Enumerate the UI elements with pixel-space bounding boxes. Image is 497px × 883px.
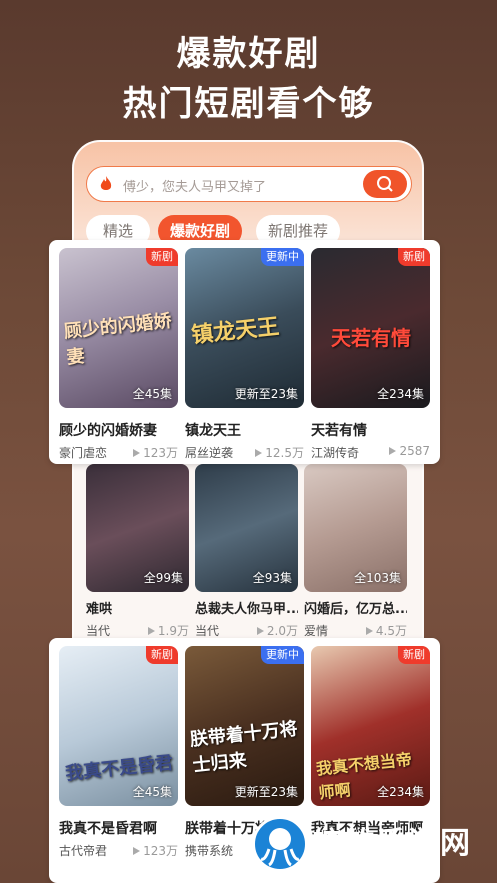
search-placeholder[interactable]: 傅少，您夫人马甲又掉了 xyxy=(123,176,266,195)
view-count: 2.0万 xyxy=(256,622,298,639)
episode-count: 全103集 xyxy=(354,571,401,585)
episode-count: 更新至23集 xyxy=(234,387,298,401)
drama-tag: 江湖传奇 xyxy=(311,446,360,460)
drama-poster[interactable]: 天若有情 新剧 全234集 xyxy=(311,248,430,408)
drama-poster[interactable]: 顾少的闪婚娇妻 新剧 全45集 xyxy=(59,248,178,408)
search-icon xyxy=(377,176,393,192)
new-badge: 新剧 xyxy=(146,248,178,266)
watermark: 皖放手游网 www.gxhuaer.com xyxy=(250,812,497,883)
drama-poster[interactable]: 全93集 xyxy=(195,464,298,592)
drama-tag: 豪门虐恋 xyxy=(59,446,108,460)
drama-poster[interactable]: 镇龙天王 更新中 更新至23集 xyxy=(185,248,304,408)
drama-tag: 携带系统 xyxy=(185,844,234,858)
drama-title[interactable]: 难哄 xyxy=(86,598,189,617)
flame-icon xyxy=(97,175,115,193)
episode-count: 全45集 xyxy=(132,387,172,401)
view-count: 4.5万 xyxy=(365,622,407,639)
view-count: 123万 xyxy=(133,842,178,859)
view-count: 2587 xyxy=(389,444,430,458)
new-badge: 新剧 xyxy=(146,646,178,664)
watermark-url: www.gxhuaer.com xyxy=(328,860,439,874)
play-icon xyxy=(133,847,141,855)
drama-title[interactable]: 天若有情 xyxy=(311,420,430,440)
drama-tag: 屌丝逆袭 xyxy=(185,446,234,460)
drama-tag: 古代帝君 xyxy=(59,844,108,858)
new-badge: 新剧 xyxy=(398,248,430,266)
drama-title[interactable]: 顾少的闪婚娇妻 xyxy=(59,420,178,440)
view-count: 12.5万 xyxy=(255,444,304,461)
headline-line1: 爆款好剧 xyxy=(176,34,321,74)
headline-line2: 热门短剧看个够 xyxy=(122,84,375,124)
drama-title[interactable]: 我真不是昏君啊 xyxy=(59,818,178,838)
drama-tag: 爱情 xyxy=(304,624,329,638)
search-bar[interactable]: 傅少，您夫人马甲又掉了 xyxy=(86,166,412,202)
play-icon xyxy=(256,627,264,635)
poster-title: 天若有情 xyxy=(331,326,411,350)
drama-poster[interactable]: 全99集 xyxy=(86,464,189,592)
play-icon xyxy=(255,449,263,457)
play-icon xyxy=(133,449,141,457)
poster-title: 镇龙天王 xyxy=(190,314,281,349)
drama-tag: 当代 xyxy=(195,624,220,638)
poster-title: 朕带着十万将士归来 xyxy=(188,718,299,777)
octopus-logo-icon xyxy=(252,816,308,872)
drama-title[interactable]: 镇龙天王 xyxy=(185,420,304,440)
play-icon xyxy=(365,627,373,635)
drama-title[interactable]: 总裁夫人你马甲... xyxy=(195,598,298,617)
drama-poster[interactable]: 我真不想当帝师啊 新剧 全234集 xyxy=(311,646,430,806)
new-badge: 新剧 xyxy=(398,646,430,664)
poster-title: 我真不是昏君 xyxy=(64,752,174,785)
play-icon xyxy=(389,447,397,455)
episode-count: 全234集 xyxy=(377,387,424,401)
drama-title[interactable]: 闪婚后，亿万总... xyxy=(304,598,407,617)
view-count: 123万 xyxy=(133,444,178,461)
updating-badge: 更新中 xyxy=(261,248,304,266)
episode-count: 更新至23集 xyxy=(234,785,298,799)
featured-row-1: 顾少的闪婚娇妻 新剧 全45集 顾少的闪婚娇妻 豪门虐恋 123万 镇龙天王 更… xyxy=(49,240,440,464)
poster-title: 顾少的闪婚娇妻 xyxy=(62,310,173,369)
drama-poster[interactable]: 全103集 xyxy=(304,464,407,592)
drama-poster[interactable]: 我真不是昏君 新剧 全45集 xyxy=(59,646,178,806)
play-icon xyxy=(147,627,155,635)
updating-badge: 更新中 xyxy=(261,646,304,664)
search-button[interactable] xyxy=(363,170,407,198)
episode-count: 全93集 xyxy=(252,571,292,585)
watermark-text: 皖放手游网 xyxy=(312,826,472,861)
episode-count: 全45集 xyxy=(132,785,172,799)
episode-count: 全99集 xyxy=(143,571,183,585)
episode-count: 全234集 xyxy=(377,785,424,799)
drama-tag: 当代 xyxy=(86,624,111,638)
view-count: 1.9万 xyxy=(147,622,189,639)
drama-poster[interactable]: 朕带着十万将士归来 更新中 更新至23集 xyxy=(185,646,304,806)
